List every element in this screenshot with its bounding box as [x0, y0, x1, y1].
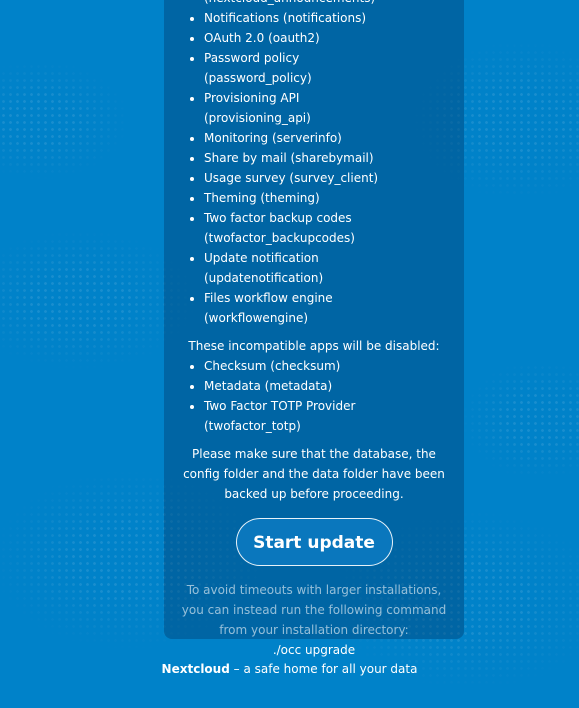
list-item: Two Factor TOTP Provider (twofactor_totp…	[204, 396, 464, 436]
update-content: (nextcloud_announcements) Notifications …	[164, 0, 464, 660]
list-item: Notifications (notifications)	[204, 8, 464, 28]
disabled-apps-list: Checksum (checksum) Metadata (metadata) …	[164, 356, 464, 436]
start-update-wrapper: Start update	[164, 518, 464, 566]
enabled-apps-list: (nextcloud_announcements) Notifications …	[164, 0, 464, 328]
list-item: OAuth 2.0 (oauth2)	[204, 28, 464, 48]
list-item: Checksum (checksum)	[204, 356, 464, 376]
list-item: Share by mail (sharebymail)	[204, 148, 464, 168]
list-item: Monitoring (serverinfo)	[204, 128, 464, 148]
list-item: Password policy (password_policy)	[204, 48, 464, 88]
list-item: Theming (theming)	[204, 188, 464, 208]
footer: Nextcloud – a safe home for all your dat…	[0, 659, 579, 679]
list-item: (nextcloud_announcements)	[204, 0, 464, 8]
list-item: Update notification (updatenotification)	[204, 248, 464, 288]
start-update-button[interactable]: Start update	[235, 518, 393, 566]
list-item: Metadata (metadata)	[204, 376, 464, 396]
occ-command: ./occ upgrade	[272, 643, 356, 657]
footer-brand: Nextcloud	[161, 662, 230, 676]
timeout-note: To avoid timeouts with larger installati…	[181, 583, 447, 637]
disabled-apps-heading: These incompatible apps will be disabled…	[188, 339, 440, 353]
list-item: Two factor backup codes (twofactor_backu…	[204, 208, 464, 248]
footer-tagline: – a safe home for all your data	[229, 662, 418, 676]
list-item: Provisioning API (provisioning_api)	[204, 88, 464, 128]
backup-warning: Please make sure that the database, the …	[183, 447, 445, 501]
list-item: Usage survey (survey_client)	[204, 168, 464, 188]
list-item: Files workflow engine (workflowengine)	[204, 288, 464, 328]
